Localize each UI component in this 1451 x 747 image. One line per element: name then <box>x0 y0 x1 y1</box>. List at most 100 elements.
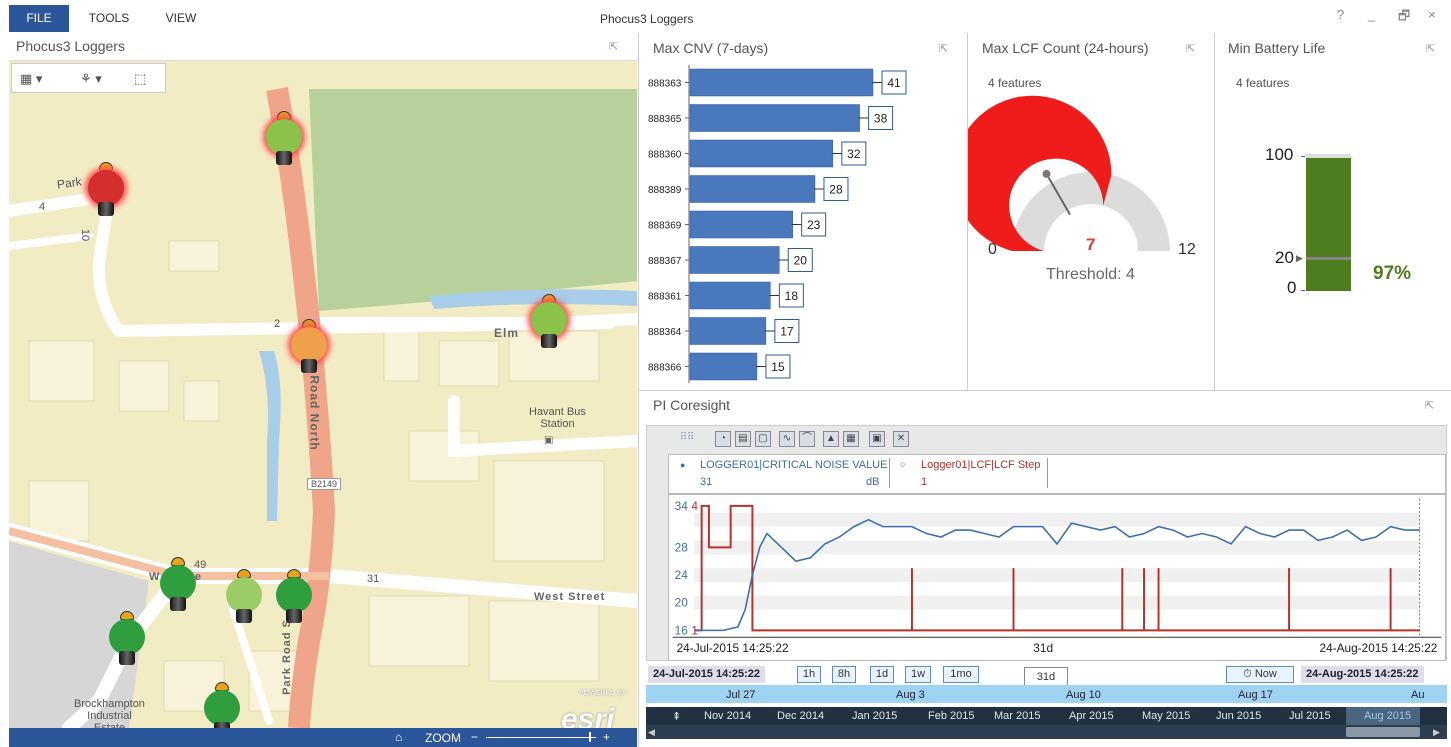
logger-marker[interactable] <box>107 611 147 667</box>
lock-icon[interactable]: ▲ <box>823 431 839 447</box>
pin-icon[interactable]: ⇱ <box>1426 42 1435 55</box>
battery-level-fill <box>1306 158 1351 291</box>
range-tab-31d[interactable]: 31d <box>1024 667 1068 687</box>
logger-marker[interactable] <box>529 294 569 350</box>
trend-tool-icon[interactable]: ▦ <box>843 431 859 447</box>
menu-view[interactable]: VIEW <box>155 5 207 32</box>
gauge-threshold-marker <box>1042 169 1051 178</box>
end-time-field[interactable]: 24-Aug-2015 14:25:22 <box>1301 666 1424 683</box>
trend-chart[interactable]: 34282420164124-Jul-2015 14:25:22 31d 24-Au… <box>668 494 1446 661</box>
help-button[interactable]: ? <box>1337 7 1344 22</box>
start-time-field[interactable]: 24-Jul-2015 14:25:22 <box>648 666 766 683</box>
trend-tool-icon[interactable]: ◔ <box>715 431 731 447</box>
time-range-1w[interactable]: 1w <box>905 666 931 683</box>
logger-marker[interactable] <box>224 569 264 625</box>
close-button[interactable]: × <box>1428 7 1436 22</box>
series1-unit: dB <box>866 476 880 488</box>
cnv-bar <box>689 281 771 310</box>
logger-marker[interactable] <box>158 557 198 613</box>
series1-name[interactable]: LOGGER01|CRITICAL NOISE VALUE <box>700 459 887 471</box>
menu-tools[interactable]: TOOLS <box>80 5 138 32</box>
cnv-value-label: 38 <box>874 112 888 126</box>
road-shield-b2149: B2149 <box>307 478 342 490</box>
remove-trend-icon[interactable]: ✕ <box>893 431 909 447</box>
zoom-slider-thumb[interactable] <box>589 732 591 742</box>
cnv-category-label: 888361 <box>648 292 682 303</box>
trend-y-label: 34 <box>675 499 689 513</box>
timeline-days[interactable]: Jul 27 Aug 3 Aug 10 Aug 17 Au <box>646 685 1447 703</box>
app-window: FILE TOOLS VIEW Phocus3 Loggers ? _ 🗗 × … <box>0 0 1451 747</box>
cnv-value-label: 17 <box>780 325 794 339</box>
gauge-min-label: 0 <box>988 241 997 258</box>
app-title: Phocus3 Loggers <box>600 12 694 26</box>
logger-base-icon <box>276 151 292 165</box>
battery-threshold-line <box>1306 257 1351 260</box>
cnv-value-label: 23 <box>807 218 821 232</box>
battery-value-label: 97% <box>1373 263 1412 284</box>
map-number-label: 2 <box>274 318 281 330</box>
logger-status-light <box>204 690 240 726</box>
logger-marker[interactable] <box>202 682 242 728</box>
clock-icon: ⏱ <box>1243 668 1255 680</box>
pin-icon[interactable]: ⇱ <box>609 40 618 53</box>
logger-marker[interactable] <box>264 111 304 167</box>
cnv-category-label: 888365 <box>648 114 682 125</box>
battery-level-bar <box>1306 154 1351 291</box>
cnv-category-label: 888363 <box>648 79 682 90</box>
cnv-value-label: 32 <box>847 147 861 161</box>
gauge-max-label: 12 <box>1178 241 1196 258</box>
timeline-month-label: Jul 2015 <box>1289 710 1331 722</box>
menu-file[interactable]: FILE <box>9 5 69 32</box>
legend-tree-icon[interactable]: ⚘ ▾ <box>80 71 102 87</box>
battery-features-count: 4 features <box>1236 76 1290 90</box>
pin-icon[interactable]: ⇱ <box>1425 399 1434 412</box>
map-view[interactable]: ▦ ▾ ⚘ ▾ ⬚ Park 4 10 2 Elm Road North Hav… <box>9 61 637 728</box>
logger-marker[interactable] <box>274 569 314 625</box>
zoom-out-button[interactable]: − <box>471 730 478 744</box>
trend-tool-icon[interactable]: ▣ <box>869 431 885 447</box>
timeline-month-label: May 2015 <box>1142 710 1191 722</box>
trend-tool-icon[interactable]: ▤ <box>735 431 751 447</box>
scroll-left-icon[interactable]: ◀ <box>648 727 655 738</box>
logger-marker[interactable] <box>289 319 329 375</box>
lcf-gauge <box>968 95 1170 251</box>
street-label-road-north: Road North <box>307 375 322 451</box>
logger-marker[interactable] <box>86 162 126 218</box>
now-button[interactable]: ⏱ Now <box>1226 666 1294 683</box>
cnv-bar <box>689 104 860 132</box>
trend-toolbar: ⠿⠿ ◔ ▤ ▢ ∿ ⌒ ▲ ▦ ▣ ✕ <box>673 431 923 449</box>
legend-divider <box>1047 458 1048 488</box>
time-range-1mo[interactable]: 1mo <box>943 666 979 683</box>
logger-status-light <box>266 119 302 155</box>
timeline-nav-icon[interactable]: ⇞ <box>672 710 681 723</box>
series2-value: 1 <box>921 476 928 488</box>
trend-area-icon[interactable]: ⌒ <box>799 431 815 447</box>
timeline-months[interactable]: ⇞ Nov 2014 Dec 2014 Jan 2015 Feb 2015 Ma… <box>646 707 1447 725</box>
timeline-scrollbar[interactable]: ◀ ▶ <box>646 725 1447 739</box>
map-number-label: 10 <box>79 228 92 242</box>
restore-button[interactable]: 🗗 <box>1398 7 1410 29</box>
scroll-thumb[interactable] <box>1346 727 1420 737</box>
layers-grid-icon[interactable]: ▦ ▾ <box>20 71 42 87</box>
cnv-category-label: 888364 <box>648 327 682 338</box>
trend-grid-band <box>694 512 1420 527</box>
time-range-1d[interactable]: 1d <box>870 666 894 683</box>
timeline-day-label: Au <box>1411 689 1425 701</box>
series1-value: 31 <box>700 476 713 488</box>
coresight-header: PI Coresight ⇱ <box>639 391 1451 425</box>
trend-line-icon[interactable]: ∿ <box>779 431 795 447</box>
select-area-icon[interactable]: ⬚ <box>134 71 146 87</box>
time-range-8h[interactable]: 8h <box>832 666 856 683</box>
zoom-slider-track[interactable] <box>486 737 596 738</box>
series2-name[interactable]: Logger01|LCF|LCF Step <box>921 459 1040 471</box>
trend-y-label-lcf: 4 <box>691 499 698 513</box>
zoom-in-button[interactable]: + <box>603 730 610 744</box>
drag-handle-icon[interactable]: ⠿⠿ <box>673 431 701 447</box>
home-icon[interactable]: ⌂ <box>395 730 402 744</box>
cnv-category-label: 888360 <box>648 150 682 161</box>
trend-tool-icon[interactable]: ▢ <box>755 431 771 447</box>
logger-base-icon <box>541 334 557 348</box>
minimize-button[interactable]: _ <box>1368 7 1375 22</box>
scroll-right-icon[interactable]: ▶ <box>1433 727 1440 738</box>
time-range-1h[interactable]: 1h <box>797 666 821 683</box>
